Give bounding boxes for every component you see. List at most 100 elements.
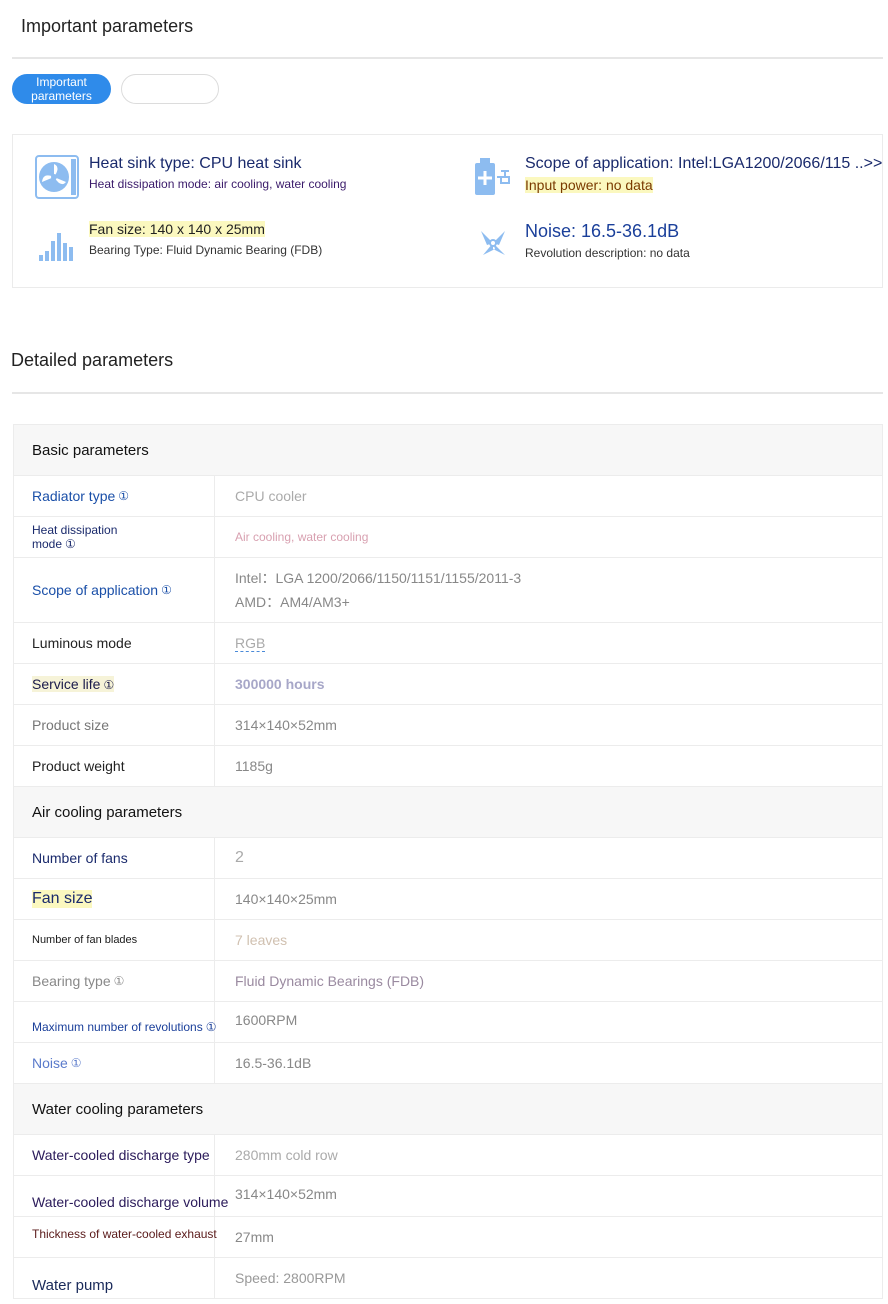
bar-chart-icon: [35, 221, 79, 265]
param-key: Scope of application ①: [14, 558, 215, 622]
param-key-label: Product size: [32, 717, 110, 733]
param-key: Water-cooled discharge volume: [14, 1176, 228, 1216]
group-title: Basic parameters: [32, 441, 149, 459]
param-value: Speed: 2800RPM: [215, 1258, 882, 1298]
param-key: Water-cooled discharge type: [14, 1135, 215, 1175]
table-row: Scope of application ① Intel：LGA 1200/206…: [14, 558, 882, 623]
param-value: 1185g: [215, 746, 882, 786]
param-value: 1600RPM: [215, 1002, 882, 1042]
param-value: 300000 hours: [215, 664, 882, 704]
param-value: 314×140×52mm: [215, 705, 882, 745]
param-key-label: Scope of application: [32, 582, 159, 598]
param-value: Intel：LGA 1200/2066/1150/1151/1155/2011-…: [215, 558, 882, 622]
summary-card: Heat sink type: CPU heat sink Heat dissi…: [12, 134, 883, 288]
info-icon[interactable]: ①: [103, 678, 114, 692]
param-value-amd: AMD：AM4/AM3+: [235, 594, 350, 610]
group-title: Water cooling parameters: [32, 1100, 204, 1118]
table-row: Noise ① 16.5-36.1dB: [14, 1043, 882, 1084]
param-key: Bearing type ①: [14, 961, 215, 1001]
table-row: Number of fans 2: [14, 838, 882, 879]
param-key-label: Fan size: [32, 890, 93, 908]
param-key-label: Water pump: [32, 1277, 114, 1294]
param-value: RGB: [215, 623, 882, 663]
tab-secondary[interactable]: [121, 74, 219, 104]
param-value: 280mm cold row: [215, 1135, 882, 1175]
revolution-description: Revolution description: no data: [525, 246, 690, 260]
param-value-text: 7 leaves: [235, 932, 288, 948]
divider: [12, 57, 883, 59]
param-key: Maximum number of revolutions ①: [14, 1002, 217, 1042]
param-value-text: 300000 hours: [235, 676, 325, 692]
summary-noise: Noise: 16.5-36.1dB Revolution descriptio…: [471, 221, 690, 265]
heat-sink-type: Heat sink type: CPU heat sink: [89, 155, 302, 172]
tab-important-parameters[interactable]: Important parameters: [12, 74, 111, 104]
param-key: Fan size: [14, 879, 215, 919]
param-key: Heat dissipation mode ①: [14, 517, 215, 557]
input-power: Input power: no data: [525, 177, 653, 193]
detailed-parameters-title: Detailed parameters: [11, 350, 174, 370]
table-row: Radiator type ① CPU cooler: [14, 476, 882, 517]
table-row: Maximum number of revolutions ① 1600RPM: [14, 1002, 882, 1043]
info-icon[interactable]: ①: [161, 583, 172, 597]
param-key: Number of fans: [14, 838, 215, 878]
param-value: 2: [215, 838, 882, 878]
param-value: 140×140×25mm: [215, 879, 882, 919]
info-icon[interactable]: ①: [65, 537, 76, 551]
param-key-label: Bearing type: [32, 973, 111, 989]
param-value: 314×140×52mm: [215, 1176, 882, 1216]
param-value-intel: Intel：LGA 1200/2066/1150/1151/1155/2011-…: [235, 570, 522, 586]
luminous-mode-link[interactable]: RGB: [235, 635, 266, 652]
info-icon[interactable]: ①: [114, 974, 125, 988]
group-header-water-cooling: Water cooling parameters: [14, 1084, 882, 1135]
table-row: Thickness of water-cooled exhaust 27mm: [14, 1217, 882, 1258]
table-row: Water pump Speed: 2800RPM: [14, 1258, 882, 1299]
param-value-text: 2: [235, 849, 244, 866]
param-value-text: 1185g: [235, 758, 273, 774]
param-value: Fluid Dynamic Bearings (FDB): [215, 961, 882, 1001]
heat-dissipation-mode: Heat dissipation mode: air cooling, wate…: [89, 177, 347, 191]
param-key: Service life ①: [14, 664, 215, 704]
param-key-label: Number of fan blades: [32, 934, 138, 946]
power-plug-icon: [471, 155, 515, 199]
bearing-type: Bearing Type: Fluid Dynamic Bearing (FDB…: [89, 243, 323, 257]
group-header-basic: Basic parameters: [14, 425, 882, 476]
param-value-text: 1600RPM: [235, 1012, 298, 1028]
param-value-text: 280mm cold row: [235, 1147, 338, 1163]
fan-size: Fan size: 140 x 140 x 25mm: [89, 221, 265, 237]
param-key-label: Number of fans: [32, 850, 128, 866]
param-key-label: Water-cooled discharge volume: [32, 1194, 229, 1210]
param-key-label: Noise: [32, 1055, 68, 1071]
param-key-label: Radiator type: [32, 488, 116, 504]
table-row: Luminous mode RGB: [14, 623, 882, 664]
important-parameters-title: Important parameters: [21, 16, 194, 36]
info-icon[interactable]: ①: [71, 1056, 82, 1070]
table-row: Heat dissipation mode ① Air cooling, wate…: [14, 517, 882, 558]
table-row: Service life ① 300000 hours: [14, 664, 882, 705]
param-value-text: 140×140×25mm: [235, 891, 337, 907]
group-title: Air cooling parameters: [32, 803, 183, 821]
param-key-label: Luminous mode: [32, 635, 132, 651]
summary-fan-size: Fan size: 140 x 140 x 25mm Bearing Type:…: [35, 221, 322, 265]
param-key: Product size: [14, 705, 215, 745]
table-row: Bearing type ① Fluid Dynamic Bearings (FD…: [14, 961, 882, 1002]
param-value-text: Air cooling, water cooling: [235, 530, 369, 544]
scope-of-application[interactable]: Scope of application: Intel:LGA1200/2066…: [525, 155, 882, 173]
param-value-text: 314×140×52mm: [235, 717, 337, 733]
param-key-label: Maximum number of revolutions: [32, 1020, 203, 1034]
summary-heat-sink: Heat sink type: CPU heat sink Heat dissi…: [35, 155, 346, 199]
param-value: Air cooling, water cooling: [215, 517, 882, 557]
table-row: Product weight 1185g: [14, 746, 882, 787]
group-header-air-cooling: Air cooling parameters: [14, 787, 882, 838]
fan-blade-icon: [471, 221, 515, 265]
info-icon[interactable]: ①: [118, 489, 129, 503]
table-row: Fan size 140×140×25mm: [14, 879, 882, 920]
table-row: Water-cooled discharge type 280mm cold r…: [14, 1135, 882, 1176]
param-value: CPU cooler: [215, 476, 882, 516]
param-key-label: Product weight: [32, 758, 125, 774]
parameters-table: Basic parameters Radiator type ① CPU cool…: [13, 424, 883, 1299]
tab-label: Important parameters: [31, 75, 92, 103]
param-key-label: Thickness of water-cooled exhaust: [32, 1227, 217, 1241]
param-value-text: 16.5-36.1dB: [235, 1055, 312, 1071]
param-key: Water pump: [14, 1258, 215, 1298]
divider: [12, 392, 883, 394]
